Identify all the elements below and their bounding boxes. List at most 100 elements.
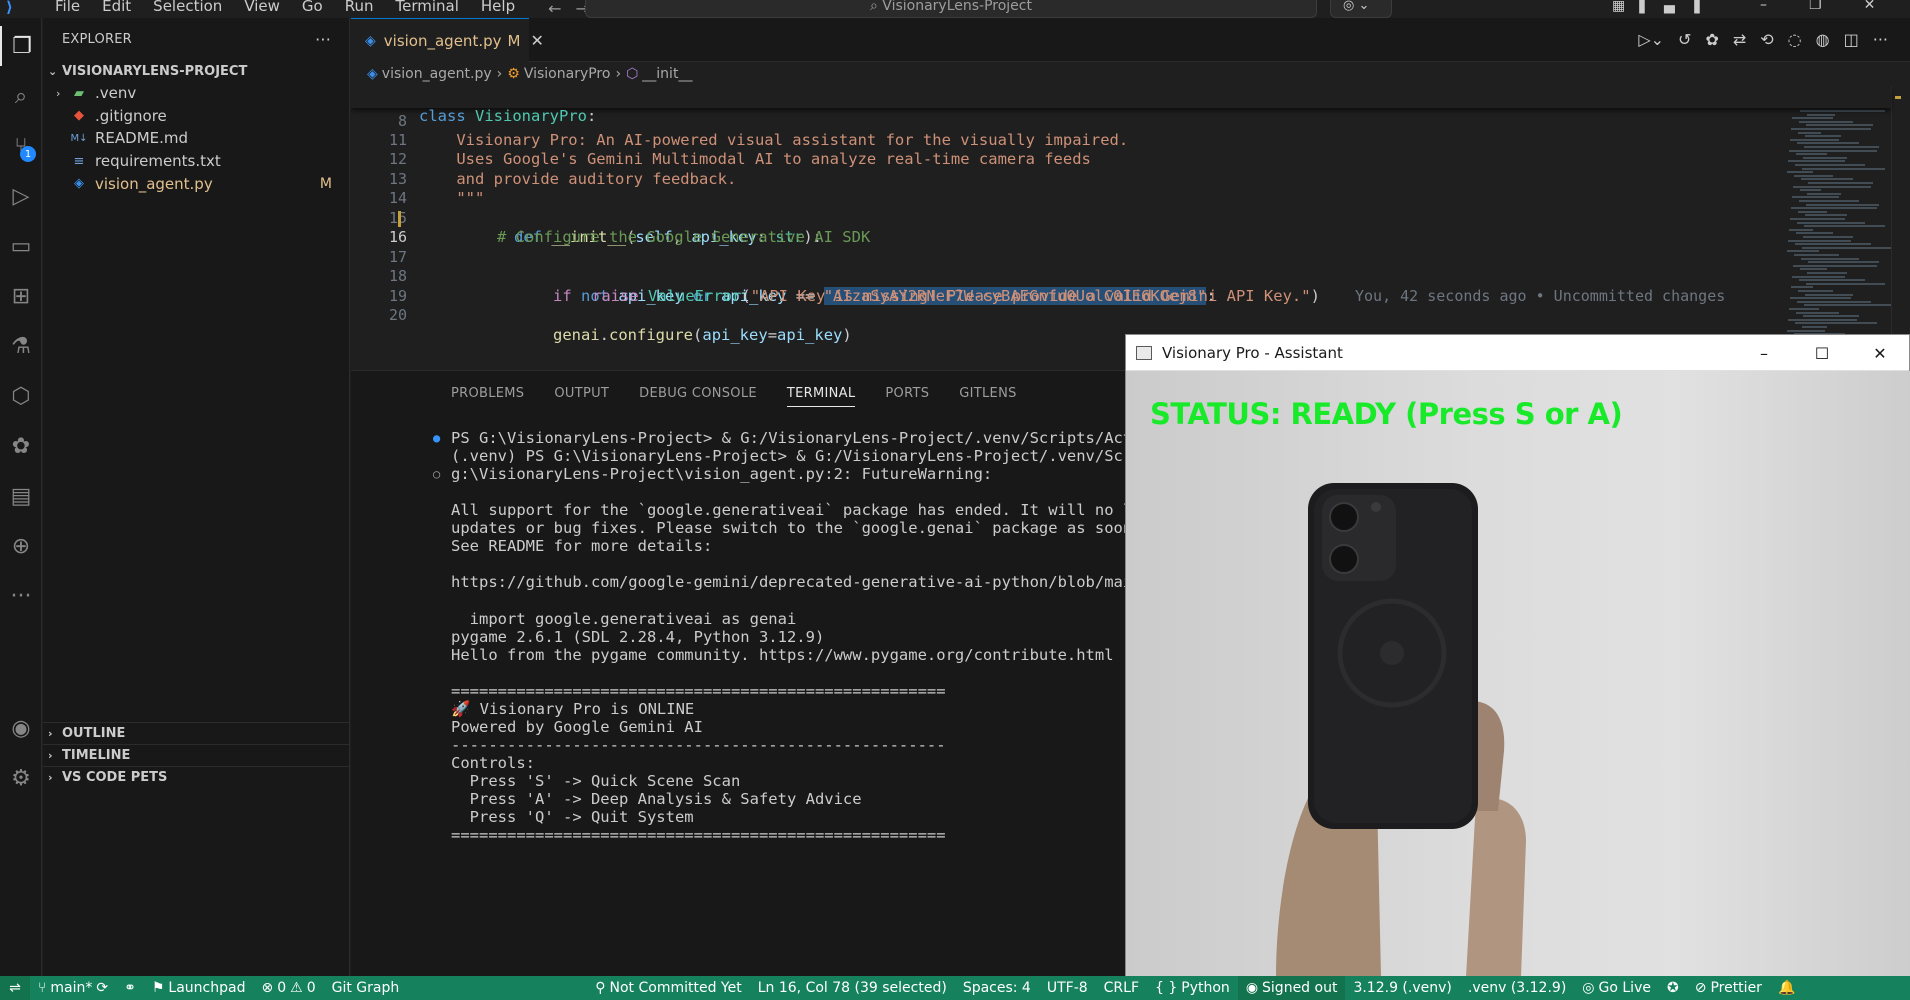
tab-vision-agent[interactable]: ◈ vision_agent.py M ✕ <box>351 18 544 62</box>
run-icon[interactable]: ▷⌄ <box>1638 30 1664 49</box>
indentation[interactable]: Spaces: 4 <box>955 976 1039 1000</box>
project-folder[interactable]: ⌄ VISIONARYLENS-PROJECT <box>43 60 349 82</box>
commit-status[interactable]: ⚲ Not Committed Yet <box>587 976 749 1000</box>
notifications-icon[interactable]: 🔔 <box>1770 976 1803 1000</box>
menu-file[interactable]: File <box>44 0 91 18</box>
explorer-item-vision-agent[interactable]: ◈ vision_agent.py M <box>43 172 349 195</box>
compare-icon[interactable]: ⇄ <box>1733 30 1746 49</box>
language-mode[interactable]: { } Python <box>1147 976 1238 1000</box>
explorer-icon[interactable]: ❐ <box>0 26 42 66</box>
problems-counter[interactable]: ⊗ 0 ⚠ 0 <box>253 976 323 1000</box>
editor-scrollbar[interactable] <box>1891 86 1905 370</box>
customize-layout-icon[interactable]: ▦ <box>1612 0 1625 13</box>
git-graph-icon[interactable]: ⊕ <box>0 526 42 566</box>
close-icon[interactable]: ✕ <box>1864 0 1876 12</box>
vscode-pets-section[interactable]: › VS CODE PETS <box>43 766 350 788</box>
outline-section[interactable]: › OUTLINE <box>43 722 350 744</box>
more-actions-icon[interactable]: ··· <box>315 30 331 49</box>
testing-icon[interactable]: ⚗ <box>0 326 42 366</box>
source-control-icon[interactable]: ⑂ 1 <box>0 126 42 166</box>
prettier-status[interactable]: ⊘ Prettier <box>1687 976 1770 1000</box>
window-titlebar[interactable]: Visionary Pro - Assistant – ☐ ✕ <box>1126 335 1909 371</box>
project-manager-icon[interactable]: ▤ <box>0 476 42 516</box>
minimap[interactable] <box>1779 86 1891 370</box>
menu-help[interactable]: Help <box>470 0 526 18</box>
menu-selection[interactable]: Selection <box>142 0 233 18</box>
remote-explorer-icon[interactable]: ▭ <box>0 226 42 266</box>
explorer-item-readme[interactable]: M↓ README.md <box>43 127 349 150</box>
tab-ports[interactable]: PORTS <box>885 386 929 401</box>
copilot-status-icon[interactable]: ✪ <box>1659 976 1687 1000</box>
maximize-icon[interactable]: ☐ <box>1793 344 1851 363</box>
extensions-icon[interactable]: ⊞ <box>0 276 42 316</box>
more-icon[interactable]: ··· <box>0 576 42 616</box>
previous-change-icon[interactable]: ◌ <box>1788 30 1802 49</box>
tab-output[interactable]: OUTPUT <box>554 386 609 401</box>
launchpad-label: Launchpad <box>168 980 246 996</box>
code-editor[interactable]: class VisionaryPro: 8 Visionary Pro: An … <box>351 86 1910 370</box>
timeline-icon[interactable]: ↺ <box>1678 30 1691 49</box>
copilot-button[interactable]: ◎ ⌄ <box>1330 0 1392 18</box>
back-arrow-icon[interactable]: ← <box>548 1 561 17</box>
command-center-search[interactable]: ⌕ VisionaryLens-Project <box>585 0 1317 18</box>
gear-icon[interactable]: ⚙ <box>0 758 42 798</box>
sticky-scroll[interactable]: class VisionaryPro: <box>351 86 1891 125</box>
open-changes-icon[interactable]: ⟲ <box>1760 30 1773 49</box>
restore-icon[interactable]: ❐ <box>1809 0 1822 12</box>
chatgpt-icon[interactable]: ✿ <box>1705 30 1718 49</box>
venv-indicator[interactable]: .venv (3.12.9) <box>1460 976 1574 1000</box>
minimize-icon[interactable]: – <box>1760 0 1767 12</box>
toggle-panel-icon[interactable]: ▄ <box>1664 0 1675 13</box>
chevron-down-icon: ⌄ <box>1358 0 1370 13</box>
containers-icon[interactable]: ⬡ <box>0 376 42 416</box>
explorer-item-gitignore[interactable]: ◆ .gitignore <box>43 105 349 128</box>
more-actions-icon[interactable]: ··· <box>1873 30 1888 49</box>
toggle-secondary-sidebar-icon[interactable]: ▐ <box>1689 0 1700 13</box>
git-graph-button[interactable]: Git Graph <box>324 976 408 1000</box>
tab-debug-console[interactable]: DEBUG CONSOLE <box>639 386 757 401</box>
python-interpreter[interactable]: 3.12.9 (.venv) <box>1345 976 1459 1000</box>
git-branch[interactable]: ⑂ main* ⟳ <box>30 976 116 1000</box>
command-decoration-icon[interactable]: ● <box>433 427 440 449</box>
close-icon[interactable]: ✕ <box>1851 344 1909 363</box>
minimap-line <box>1790 138 1839 141</box>
close-tab-icon[interactable]: ✕ <box>530 31 543 50</box>
search-icon[interactable]: ⌕ <box>0 76 42 116</box>
tab-terminal[interactable]: TERMINAL <box>786 386 856 407</box>
encoding[interactable]: UTF-8 <box>1039 976 1096 1000</box>
next-change-icon[interactable]: ◍ <box>1816 30 1830 49</box>
chatgpt-icon[interactable]: ✿ <box>0 426 42 466</box>
toggle-primary-sidebar-icon[interactable]: ▌ <box>1639 0 1650 13</box>
breadcrumb-file[interactable]: vision_agent.py <box>382 66 492 82</box>
breadcrumb-class[interactable]: VisionaryPro <box>524 66 611 82</box>
minimize-icon[interactable]: – <box>1735 344 1793 363</box>
tab-problems[interactable]: PROBLEMS <box>451 386 524 401</box>
split-editor-icon[interactable]: ◫ <box>1844 30 1859 49</box>
command-decoration-icon[interactable]: ○ <box>433 463 440 485</box>
line-ending[interactable]: CRLF <box>1096 976 1147 1000</box>
account-icon[interactable]: ◉ <box>0 708 42 748</box>
menu-view[interactable]: View <box>233 0 291 18</box>
tab-gitlens[interactable]: GITLENS <box>959 386 1016 401</box>
explorer-item-requirements[interactable]: ≡ requirements.txt <box>43 150 349 173</box>
explorer-item-venv[interactable]: › ▰ .venv <box>43 82 349 105</box>
gitlens-icon[interactable]: ⚭ <box>116 976 144 1000</box>
run-debug-icon[interactable]: ▷ <box>0 176 42 216</box>
minimap-line <box>1793 185 1871 188</box>
menu-edit[interactable]: Edit <box>91 0 142 18</box>
menu-terminal[interactable]: Terminal <box>385 0 470 18</box>
go-live-button[interactable]: ◎ Go Live <box>1574 976 1659 1000</box>
branch-label: main* <box>50 980 93 996</box>
account-status[interactable]: ◉ Signed out <box>1237 976 1346 1000</box>
minimap-line <box>1796 311 1839 314</box>
visionary-pro-window[interactable]: Visionary Pro - Assistant – ☐ ✕ STATUS: … <box>1125 334 1910 977</box>
breadcrumb-method[interactable]: __init__ <box>642 66 692 82</box>
cursor-position[interactable]: Ln 16, Col 78 (39 selected) <box>750 976 955 1000</box>
launchpad[interactable]: ⚑ Launchpad <box>144 976 254 1000</box>
warning-icon: ⚠ <box>290 980 303 996</box>
remote-indicator[interactable]: ⇌ <box>0 976 30 1000</box>
code-line: 14 def __init__(self, api_key: str): <box>351 170 1551 246</box>
timeline-section[interactable]: › TIMELINE <box>43 744 350 766</box>
menu-go[interactable]: Go <box>291 0 334 18</box>
menu-run[interactable]: Run <box>334 0 385 18</box>
